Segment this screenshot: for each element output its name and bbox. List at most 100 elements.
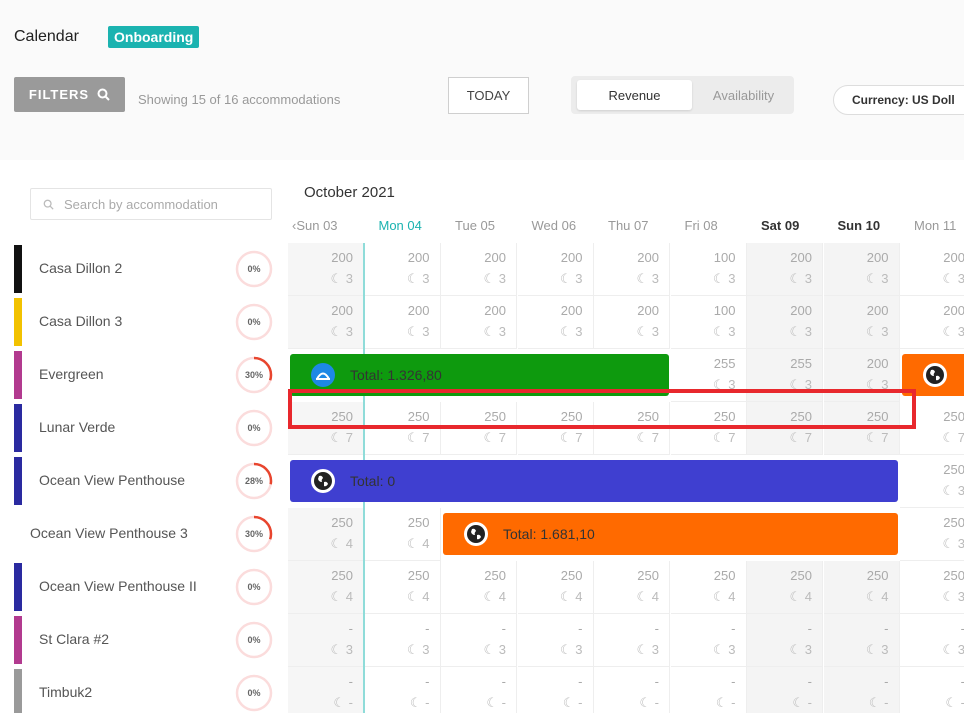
globe-icon bbox=[310, 468, 336, 494]
cell-min-nights: ☾ 3 bbox=[942, 536, 964, 551]
calendar-cell[interactable]: 200 ☾ 3 bbox=[441, 296, 517, 349]
accommodation-row[interactable]: Ocean View Penthouse 3 30% bbox=[14, 508, 287, 561]
accommodation-name[interactable]: Timbuk2 bbox=[39, 684, 92, 700]
calendar-cell[interactable]: - ☾ - bbox=[594, 667, 670, 713]
cell-min-nights: ☾ 3 bbox=[866, 271, 889, 286]
cell-min-nights: ☾ 3 bbox=[636, 324, 660, 339]
cell-min-nights: ☾ 3 bbox=[483, 642, 507, 657]
top-bar: Calendar Onboarding FILTERS Showing 15 o… bbox=[0, 0, 964, 160]
calendar-cell[interactable]: 200 ☾ 3 bbox=[594, 243, 670, 296]
calendar-cell[interactable]: 100 ☾ 3 bbox=[670, 296, 747, 349]
accommodation-name[interactable]: Evergreen bbox=[39, 366, 104, 382]
calendar-cell[interactable]: 200 ☾ 3 bbox=[288, 243, 364, 296]
calendar-cell[interactable]: - ☾ 3 bbox=[670, 614, 747, 667]
accommodation-name[interactable]: St Clara #2 bbox=[39, 631, 109, 647]
cell-min-nights: ☾ 3 bbox=[407, 324, 430, 339]
accommodation-row[interactable]: Casa Dillon 3 0% bbox=[14, 296, 287, 349]
accommodation-row[interactable]: Evergreen 30% bbox=[14, 349, 287, 402]
calendar-cell[interactable]: - ☾ - bbox=[441, 667, 517, 713]
accommodation-name[interactable]: Casa Dillon 2 bbox=[39, 260, 122, 276]
calendar-cell[interactable]: 200 ☾ 3 bbox=[288, 296, 364, 349]
calendar-cell[interactable]: 250 ☾ 4 bbox=[288, 508, 364, 561]
calendar-cell[interactable]: 250 ☾ 3 bbox=[900, 508, 964, 561]
calendar-cell[interactable]: - ☾ - bbox=[518, 667, 594, 713]
calendar-cell[interactable]: - ☾ 3 bbox=[594, 614, 670, 667]
accommodation-name[interactable]: Ocean View Penthouse II bbox=[39, 578, 197, 594]
search-input[interactable]: Search by accommodation bbox=[30, 188, 272, 220]
calendar-cell[interactable]: 200 ☾ 3 bbox=[900, 243, 964, 296]
calendar-cell[interactable]: 200 ☾ 3 bbox=[594, 296, 670, 349]
color-tag bbox=[14, 563, 22, 611]
cell-min-nights: ☾ 3 bbox=[942, 483, 964, 498]
calendar-cell[interactable]: - ☾ 3 bbox=[900, 614, 964, 667]
calendar-cell[interactable]: 250 ☾ 3 bbox=[900, 455, 964, 508]
calendar-cell[interactable]: 200 ☾ 3 bbox=[747, 243, 823, 296]
calendar-cell[interactable]: - ☾ 3 bbox=[288, 614, 364, 667]
onboarding-badge[interactable]: Onboarding bbox=[108, 26, 200, 48]
accommodation-row[interactable]: Lunar Verde 0% bbox=[14, 402, 287, 455]
calendar-cell[interactable]: 250 ☾ 4 bbox=[441, 561, 517, 614]
revenue-tab[interactable]: Revenue bbox=[577, 80, 692, 110]
availability-tab[interactable]: Availability bbox=[696, 80, 791, 110]
cell-min-nights: ☾ 3 bbox=[789, 642, 813, 657]
filters-label: FILTERS bbox=[28, 87, 90, 102]
cell-min-nights: ☾ 7 bbox=[636, 430, 660, 445]
calendar-cell[interactable]: - ☾ - bbox=[823, 667, 900, 713]
cell-price: 200 bbox=[943, 250, 964, 265]
booking-bar[interactable]: Total: 0 bbox=[290, 460, 898, 502]
cell-price: 200 bbox=[637, 303, 659, 318]
accommodation-name[interactable]: Lunar Verde bbox=[39, 419, 115, 435]
calendar-cell[interactable]: 250 ☾ 4 bbox=[364, 561, 441, 614]
calendar-cell[interactable]: 250 ☾ 4 bbox=[517, 561, 594, 614]
calendar-cell[interactable]: - ☾ - bbox=[747, 667, 823, 713]
calendar-cell[interactable]: 200 ☾ 3 bbox=[517, 243, 594, 296]
cell-min-nights: ☾ 7 bbox=[942, 430, 964, 445]
calendar-cell[interactable]: - ☾ - bbox=[900, 667, 964, 713]
calendar-cell[interactable]: - ☾ - bbox=[671, 667, 747, 713]
cell-min-nights: ☾ 4 bbox=[789, 589, 813, 604]
calendar-cell[interactable]: 100 ☾ 3 bbox=[670, 243, 747, 296]
calendar-cell[interactable]: - ☾ - bbox=[365, 667, 441, 713]
currency-select[interactable]: Currency: US Doll bbox=[833, 85, 964, 115]
color-tag bbox=[14, 351, 22, 399]
calendar-cell[interactable]: - ☾ 3 bbox=[364, 614, 441, 667]
cell-price: - bbox=[348, 621, 353, 636]
accommodation-name[interactable]: Casa Dillon 3 bbox=[39, 313, 122, 329]
calendar-cell[interactable]: 200 ☾ 3 bbox=[441, 243, 517, 296]
calendar-cell[interactable]: 200 ☾ 3 bbox=[517, 296, 594, 349]
calendar-cell[interactable]: 200 ☾ 3 bbox=[823, 296, 900, 349]
today-button[interactable]: TODAY bbox=[448, 77, 529, 114]
calendar-cell[interactable]: 250 ☾ 3 bbox=[900, 561, 964, 614]
accommodation-row[interactable]: Timbuk2 0% bbox=[14, 667, 287, 713]
calendar-cell[interactable]: - ☾ - bbox=[288, 667, 364, 713]
booking-bar[interactable]: Total: 1.681,10 bbox=[443, 513, 898, 555]
calendar-cell[interactable]: - ☾ 3 bbox=[441, 614, 517, 667]
prev-week-day-header[interactable]: ‹Sun 03 bbox=[292, 218, 338, 233]
accommodation-name[interactable]: Ocean View Penthouse bbox=[39, 472, 185, 488]
occupancy-percent: 28% bbox=[244, 476, 263, 486]
calendar-cell[interactable]: 250 ☾ 4 bbox=[364, 508, 441, 561]
calendar-cell[interactable]: 250 ☾ 4 bbox=[747, 561, 823, 614]
accommodation-row[interactable]: Ocean View Penthouse II 0% bbox=[14, 561, 287, 614]
filters-button[interactable]: FILTERS bbox=[14, 77, 125, 112]
calendar-cell[interactable]: 200 ☾ 3 bbox=[364, 243, 441, 296]
accommodation-row[interactable]: St Clara #2 0% bbox=[14, 614, 287, 667]
cell-min-nights: ☾ 3 bbox=[560, 271, 583, 286]
calendar-cell[interactable]: 200 ☾ 3 bbox=[747, 296, 823, 349]
calendar-cell[interactable]: - ☾ 3 bbox=[517, 614, 594, 667]
accommodation-row[interactable]: Ocean View Penthouse 28% bbox=[14, 455, 287, 508]
accommodation-row[interactable]: Casa Dillon 2 0% bbox=[14, 243, 287, 296]
accommodation-name[interactable]: Ocean View Penthouse 3 bbox=[30, 525, 188, 541]
calendar-cell[interactable]: 250 ☾ 4 bbox=[670, 561, 747, 614]
calendar-cell[interactable]: 200 ☾ 3 bbox=[823, 243, 900, 296]
cell-min-nights: ☾ 3 bbox=[407, 642, 430, 657]
cell-price: 200 bbox=[866, 250, 889, 265]
search-icon bbox=[97, 88, 110, 101]
calendar-cell[interactable]: - ☾ 3 bbox=[747, 614, 823, 667]
calendar-cell[interactable]: - ☾ 3 bbox=[823, 614, 900, 667]
calendar-cell[interactable]: 200 ☾ 3 bbox=[364, 296, 441, 349]
calendar-cell[interactable]: 250 ☾ 4 bbox=[594, 561, 670, 614]
calendar-cell[interactable]: 250 ☾ 4 bbox=[288, 561, 364, 614]
calendar-cell[interactable]: 200 ☾ 3 bbox=[900, 296, 964, 349]
calendar-cell[interactable]: 250 ☾ 4 bbox=[823, 561, 900, 614]
